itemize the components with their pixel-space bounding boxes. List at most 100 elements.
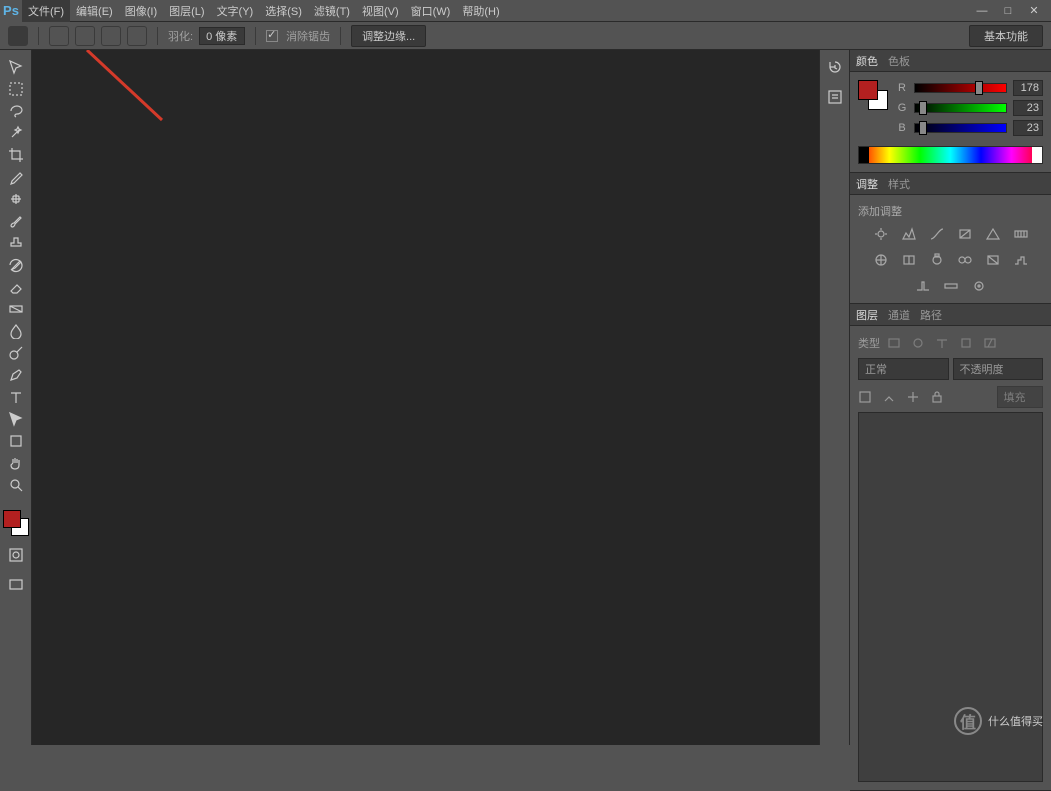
vibrance-icon[interactable] bbox=[983, 225, 1003, 243]
menu-file[interactable]: 文件(F) bbox=[22, 0, 70, 22]
screenmode-tool[interactable] bbox=[4, 574, 28, 596]
brightness-icon[interactable] bbox=[871, 225, 891, 243]
brush-tool[interactable] bbox=[4, 210, 28, 232]
selection-subtract-icon[interactable] bbox=[101, 26, 121, 46]
filter-adj-icon[interactable] bbox=[908, 334, 928, 352]
spectrum-bar[interactable] bbox=[858, 146, 1043, 164]
maximize-button[interactable]: □ bbox=[1001, 4, 1015, 18]
menu-help[interactable]: 帮助(H) bbox=[456, 0, 505, 22]
dodge-tool[interactable] bbox=[4, 342, 28, 364]
canvas-area[interactable] bbox=[32, 50, 819, 745]
antialias-label: 消除锯齿 bbox=[286, 28, 330, 44]
toolbox bbox=[0, 50, 32, 745]
curves-icon[interactable] bbox=[927, 225, 947, 243]
options-bar: 羽化: 消除锯齿 调整边缘... 基本功能 bbox=[0, 22, 1051, 50]
selection-new-icon[interactable] bbox=[49, 26, 69, 46]
threshold-icon[interactable] bbox=[913, 277, 933, 295]
menu-filter[interactable]: 滤镜(T) bbox=[308, 0, 356, 22]
menu-layer[interactable]: 图层(L) bbox=[163, 0, 210, 22]
hue-icon[interactable] bbox=[1011, 225, 1031, 243]
quickmask-tool[interactable] bbox=[4, 544, 28, 566]
marquee-tool[interactable] bbox=[4, 78, 28, 100]
history-brush-tool[interactable] bbox=[4, 254, 28, 276]
tab-swatches[interactable]: 色板 bbox=[888, 53, 910, 69]
wand-tool[interactable] bbox=[4, 122, 28, 144]
feather-input[interactable] bbox=[199, 27, 245, 45]
path-tool[interactable] bbox=[4, 408, 28, 430]
tab-adjustments[interactable]: 调整 bbox=[856, 176, 878, 192]
menu-type[interactable]: 文字(Y) bbox=[211, 0, 260, 22]
opacity-select[interactable]: 不透明度 bbox=[953, 358, 1044, 380]
gradient-tool[interactable] bbox=[4, 298, 28, 320]
lock-position-icon[interactable] bbox=[906, 390, 920, 404]
filter-pixel-icon[interactable] bbox=[884, 334, 904, 352]
tab-channels[interactable]: 通道 bbox=[888, 307, 910, 323]
g-value[interactable]: 23 bbox=[1013, 100, 1043, 116]
type-tool[interactable] bbox=[4, 386, 28, 408]
tab-styles[interactable]: 样式 bbox=[888, 176, 910, 192]
shape-tool[interactable] bbox=[4, 430, 28, 452]
selection-add-icon[interactable] bbox=[75, 26, 95, 46]
filter-type-icon[interactable] bbox=[932, 334, 952, 352]
annotation-arrow bbox=[72, 50, 192, 150]
colorbalance-icon[interactable] bbox=[871, 251, 891, 269]
g-slider[interactable] bbox=[914, 103, 1007, 113]
blend-mode-select[interactable]: 正常 bbox=[858, 358, 949, 380]
fill-select[interactable]: 填充 bbox=[997, 386, 1044, 408]
eyedropper-tool[interactable] bbox=[4, 166, 28, 188]
gradientmap-icon[interactable] bbox=[941, 277, 961, 295]
lock-pixels-icon[interactable] bbox=[882, 390, 896, 404]
lasso-tool[interactable] bbox=[4, 100, 28, 122]
color-panel: 颜色 色板 R 178 G bbox=[850, 50, 1051, 173]
menu-window[interactable]: 窗口(W) bbox=[405, 0, 457, 22]
blur-tool[interactable] bbox=[4, 320, 28, 342]
selection-intersect-icon[interactable] bbox=[127, 26, 147, 46]
b-value[interactable]: 23 bbox=[1013, 120, 1043, 136]
crop-tool[interactable] bbox=[4, 144, 28, 166]
zoom-tool[interactable] bbox=[4, 474, 28, 496]
refine-edge-button[interactable]: 调整边缘... bbox=[351, 25, 426, 47]
invert-icon[interactable] bbox=[983, 251, 1003, 269]
tab-color[interactable]: 颜色 bbox=[856, 53, 878, 69]
history-panel-icon[interactable] bbox=[824, 56, 846, 78]
fg-color[interactable] bbox=[3, 510, 21, 528]
bw-icon[interactable] bbox=[899, 251, 919, 269]
move-tool[interactable] bbox=[4, 56, 28, 78]
lasso-tool-icon[interactable] bbox=[8, 26, 28, 46]
r-value[interactable]: 178 bbox=[1013, 80, 1043, 96]
menu-select[interactable]: 选择(S) bbox=[259, 0, 308, 22]
photofilter-icon[interactable] bbox=[927, 251, 947, 269]
posterize-icon[interactable] bbox=[1011, 251, 1031, 269]
antialias-checkbox[interactable] bbox=[266, 30, 278, 42]
stamp-tool[interactable] bbox=[4, 232, 28, 254]
lock-all-icon[interactable] bbox=[930, 390, 944, 404]
minimize-button[interactable]: — bbox=[975, 4, 989, 18]
panel-fg-color[interactable] bbox=[858, 80, 878, 100]
exposure-icon[interactable] bbox=[955, 225, 975, 243]
filter-shape-icon[interactable] bbox=[956, 334, 976, 352]
menu-image[interactable]: 图像(I) bbox=[119, 0, 163, 22]
watermark-text: 什么值得买 bbox=[988, 713, 1043, 729]
menu-edit[interactable]: 编辑(E) bbox=[70, 0, 119, 22]
menu-view[interactable]: 视图(V) bbox=[356, 0, 405, 22]
b-slider[interactable] bbox=[914, 123, 1007, 133]
r-slider[interactable] bbox=[914, 83, 1007, 93]
tab-layers[interactable]: 图层 bbox=[856, 307, 878, 323]
selective-icon[interactable] bbox=[969, 277, 989, 295]
workspace-button[interactable]: 基本功能 bbox=[969, 25, 1043, 47]
eraser-tool[interactable] bbox=[4, 276, 28, 298]
healing-tool[interactable] bbox=[4, 188, 28, 210]
color-swatches[interactable] bbox=[3, 510, 29, 536]
add-adjustment-label: 添加调整 bbox=[858, 203, 1043, 219]
panel-color-swatch[interactable] bbox=[858, 80, 888, 110]
close-button[interactable]: ✕ bbox=[1027, 4, 1041, 18]
hand-tool[interactable] bbox=[4, 452, 28, 474]
pen-tool[interactable] bbox=[4, 364, 28, 386]
properties-panel-icon[interactable] bbox=[824, 86, 846, 108]
filter-smart-icon[interactable] bbox=[980, 334, 1000, 352]
tab-paths[interactable]: 路径 bbox=[920, 307, 942, 323]
channelmixer-icon[interactable] bbox=[955, 251, 975, 269]
levels-icon[interactable] bbox=[899, 225, 919, 243]
lock-row: 填充 bbox=[858, 386, 1043, 408]
lock-transparent-icon[interactable] bbox=[858, 390, 872, 404]
